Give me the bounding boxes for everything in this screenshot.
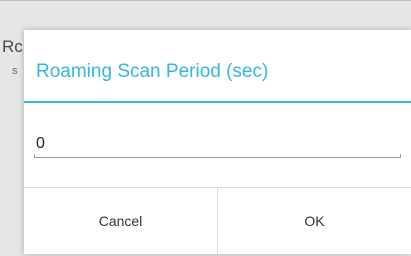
input-underline [34, 154, 401, 158]
title-divider [24, 101, 411, 103]
roaming-scan-period-dialog: Roaming Scan Period (sec) Cancel OK [24, 30, 411, 254]
cancel-button[interactable]: Cancel [24, 188, 217, 254]
background-title: Rc [2, 37, 23, 56]
dialog-title: Roaming Scan Period (sec) [36, 61, 269, 82]
ok-button[interactable]: OK [218, 188, 411, 254]
scan-period-input[interactable] [34, 131, 401, 157]
background-subtitle: s [12, 65, 18, 77]
screen: Rc s Roaming Scan Period (sec) Cancel OK [0, 0, 411, 256]
